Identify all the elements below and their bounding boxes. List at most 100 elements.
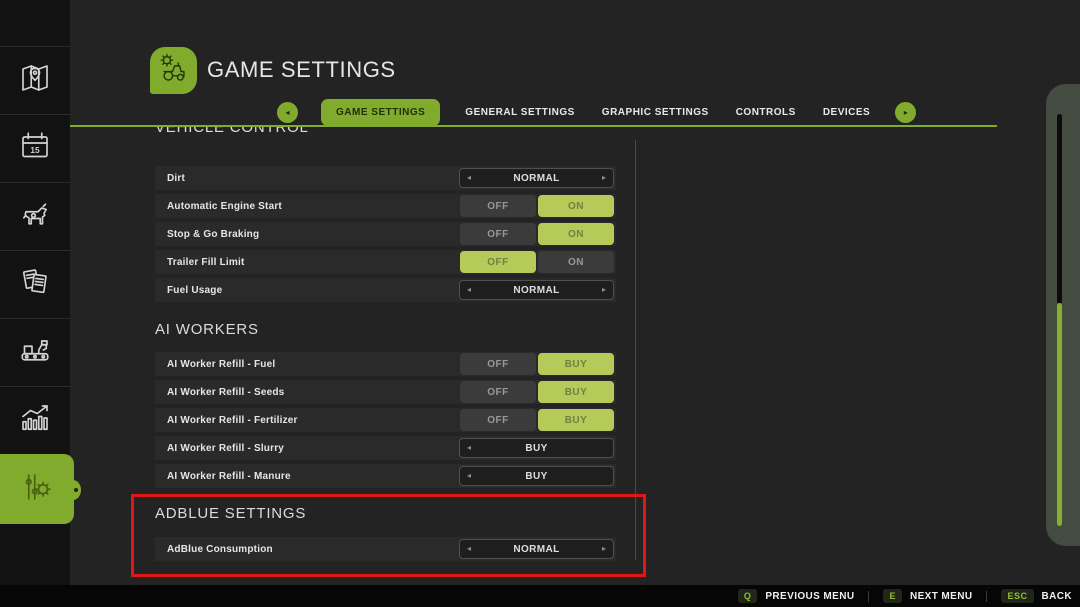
adblue-consumption-selector[interactable]: ◂ NORMAL ▸ xyxy=(459,539,614,559)
trailer-fill-limit-toggle: OFF ON xyxy=(460,251,614,273)
tab-general-settings[interactable]: GENERAL SETTINGS xyxy=(463,99,577,126)
shortcut-label: PREVIOUS MENU xyxy=(765,590,855,602)
calendar-icon: 15 xyxy=(17,128,53,169)
shortcut-label: NEXT MENU xyxy=(909,590,973,602)
automatic-engine-start-toggle: OFF ON xyxy=(460,195,614,217)
setting-label: AI Worker Refill - Slurry xyxy=(167,442,285,454)
dirt-selector[interactable]: ◂ NORMAL ▸ xyxy=(459,168,614,188)
setting-row-dirt: Dirt ◂ NORMAL ▸ xyxy=(155,166,616,190)
toggle-option-off[interactable]: OFF xyxy=(460,195,536,217)
shortcut-next-menu[interactable]: E NEXT MENU xyxy=(883,589,972,603)
stats-chart-icon xyxy=(17,400,53,441)
key-q-badge: Q xyxy=(737,589,758,603)
toggle-option-off[interactable]: OFF xyxy=(460,409,536,431)
tab-devices[interactable]: DEVICES xyxy=(821,99,872,126)
sidebar-item-contracts[interactable] xyxy=(0,250,70,318)
cow-icon xyxy=(17,196,53,237)
settings-sliders-gear-icon xyxy=(19,469,55,510)
toggle-option-buy[interactable]: BUY xyxy=(538,409,614,431)
shortcut-back[interactable]: ESC BACK xyxy=(1001,589,1072,603)
arrow-left-icon: ◂ xyxy=(285,107,290,117)
footer-bar: Q PREVIOUS MENU E NEXT MENU ESC BACK xyxy=(0,585,1080,607)
setting-row-ai-refill-fertilizer: AI Worker Refill - Fertilizer OFF BUY xyxy=(155,408,616,432)
toggle-option-off[interactable]: OFF xyxy=(460,223,536,245)
sidebar-item-map[interactable] xyxy=(0,46,70,114)
ai-refill-fuel-toggle: OFF BUY xyxy=(460,353,614,375)
footer-divider xyxy=(986,590,988,602)
stop-go-braking-toggle: OFF ON xyxy=(460,223,614,245)
setting-label: AdBlue Consumption xyxy=(167,543,273,555)
section-vehicle-control: Dirt ◂ NORMAL ▸ Automatic Engine Start O… xyxy=(155,166,616,302)
setting-row-trailer-fill-limit: Trailer Fill Limit OFF ON xyxy=(155,250,616,274)
active-item-dot xyxy=(74,487,78,492)
section-title-vehicle-control: VEHICLE CONTROL xyxy=(155,127,309,136)
footer-divider xyxy=(868,590,870,602)
toggle-option-off[interactable]: OFF xyxy=(460,353,536,375)
sidebar-item-statistics[interactable] xyxy=(0,386,70,454)
scroll-track xyxy=(1057,114,1062,304)
setting-row-stop-go-braking: Stop & Go Braking OFF ON xyxy=(155,222,616,246)
selector-value: NORMAL xyxy=(513,284,560,296)
settings-list: VEHICLE CONTROL Dirt ◂ NORMAL ▸ Automati… xyxy=(133,127,616,561)
arrow-left-icon[interactable]: ◂ xyxy=(467,545,471,553)
tab-graphic-settings[interactable]: GRAPHIC SETTINGS xyxy=(600,99,711,126)
tab-controls[interactable]: CONTROLS xyxy=(734,99,798,126)
shortcut-previous-menu[interactable]: Q PREVIOUS MENU xyxy=(737,589,855,603)
tabs-scroll-right-button[interactable]: ▸ xyxy=(895,101,917,123)
key-esc-badge: ESC xyxy=(1001,589,1034,603)
toggle-option-buy[interactable]: BUY xyxy=(538,353,614,375)
scroll-indicator[interactable] xyxy=(1046,84,1080,546)
setting-label: Stop & Go Braking xyxy=(167,228,260,240)
page-title: GAME SETTINGS xyxy=(207,57,396,82)
section-title-adblue-settings: ADBLUE SETTINGS xyxy=(155,505,307,522)
arrow-right-icon[interactable]: ▸ xyxy=(602,174,606,182)
toggle-option-off[interactable]: OFF xyxy=(460,251,536,273)
list-scrollbar[interactable] xyxy=(635,140,636,560)
ai-refill-seeds-toggle: OFF BUY xyxy=(460,381,614,403)
settings-scroll-area[interactable]: VEHICLE CONTROL Dirt ◂ NORMAL ▸ Automati… xyxy=(133,127,646,583)
toggle-option-on[interactable]: ON xyxy=(538,195,614,217)
arrow-left-icon[interactable]: ◂ xyxy=(467,174,471,182)
tabs-scroll-left-button[interactable]: ◂ xyxy=(277,101,298,123)
ai-refill-fertilizer-toggle: OFF BUY xyxy=(460,409,614,431)
sidebar-item-settings[interactable] xyxy=(0,454,81,524)
arrow-left-icon[interactable]: ◂ xyxy=(467,444,471,452)
toggle-option-buy[interactable]: BUY xyxy=(538,381,614,403)
arrow-left-icon[interactable]: ◂ xyxy=(467,286,471,294)
sidebar-item-production[interactable] xyxy=(0,318,70,386)
setting-row-adblue-consumption: AdBlue Consumption ◂ NORMAL ▸ xyxy=(155,537,616,561)
selector-value: BUY xyxy=(525,442,548,454)
documents-icon xyxy=(17,264,53,305)
sidebar: 15 xyxy=(0,0,81,607)
tab-game-settings[interactable]: GAME SETTINGS xyxy=(321,98,441,126)
toggle-option-off[interactable]: OFF xyxy=(460,381,536,403)
fuel-usage-selector[interactable]: ◂ NORMAL ▸ xyxy=(459,280,614,300)
sidebar-item-calendar[interactable]: 15 xyxy=(0,114,70,182)
ai-refill-slurry-selector[interactable]: ◂ BUY ▸ xyxy=(459,438,614,458)
key-e-badge: E xyxy=(883,589,902,603)
setting-label: AI Worker Refill - Manure xyxy=(167,470,291,482)
scroll-thumb[interactable] xyxy=(1057,303,1062,526)
selector-value: NORMAL xyxy=(513,172,560,184)
arrow-right-icon: ▸ xyxy=(903,107,908,117)
ai-refill-manure-selector[interactable]: ◂ BUY ▸ xyxy=(459,466,614,486)
map-icon xyxy=(17,60,53,101)
arrow-left-icon[interactable]: ◂ xyxy=(467,472,471,480)
setting-row-fuel-usage: Fuel Usage ◂ NORMAL ▸ xyxy=(155,278,616,302)
section-ai-workers: AI Worker Refill - Fuel OFF BUY AI Worke… xyxy=(155,352,616,488)
selector-value: NORMAL xyxy=(513,543,560,555)
arrow-right-icon[interactable]: ▸ xyxy=(602,286,606,294)
section-adblue-settings: AdBlue Consumption ◂ NORMAL ▸ xyxy=(155,537,616,561)
tractor-gear-icon xyxy=(157,51,191,90)
production-icon xyxy=(17,332,53,373)
setting-row-automatic-engine-start: Automatic Engine Start OFF ON xyxy=(155,194,616,218)
page-icon-badge xyxy=(150,47,197,94)
toggle-option-on[interactable]: ON xyxy=(538,223,614,245)
setting-row-ai-refill-seeds: AI Worker Refill - Seeds OFF BUY xyxy=(155,380,616,404)
arrow-right-icon[interactable]: ▸ xyxy=(602,545,606,553)
toggle-option-on[interactable]: ON xyxy=(538,251,614,273)
setting-row-ai-refill-slurry: AI Worker Refill - Slurry ◂ BUY ▸ xyxy=(155,436,616,460)
setting-row-ai-refill-manure: AI Worker Refill - Manure ◂ BUY ▸ xyxy=(155,464,616,488)
sidebar-item-animals[interactable] xyxy=(0,182,70,250)
